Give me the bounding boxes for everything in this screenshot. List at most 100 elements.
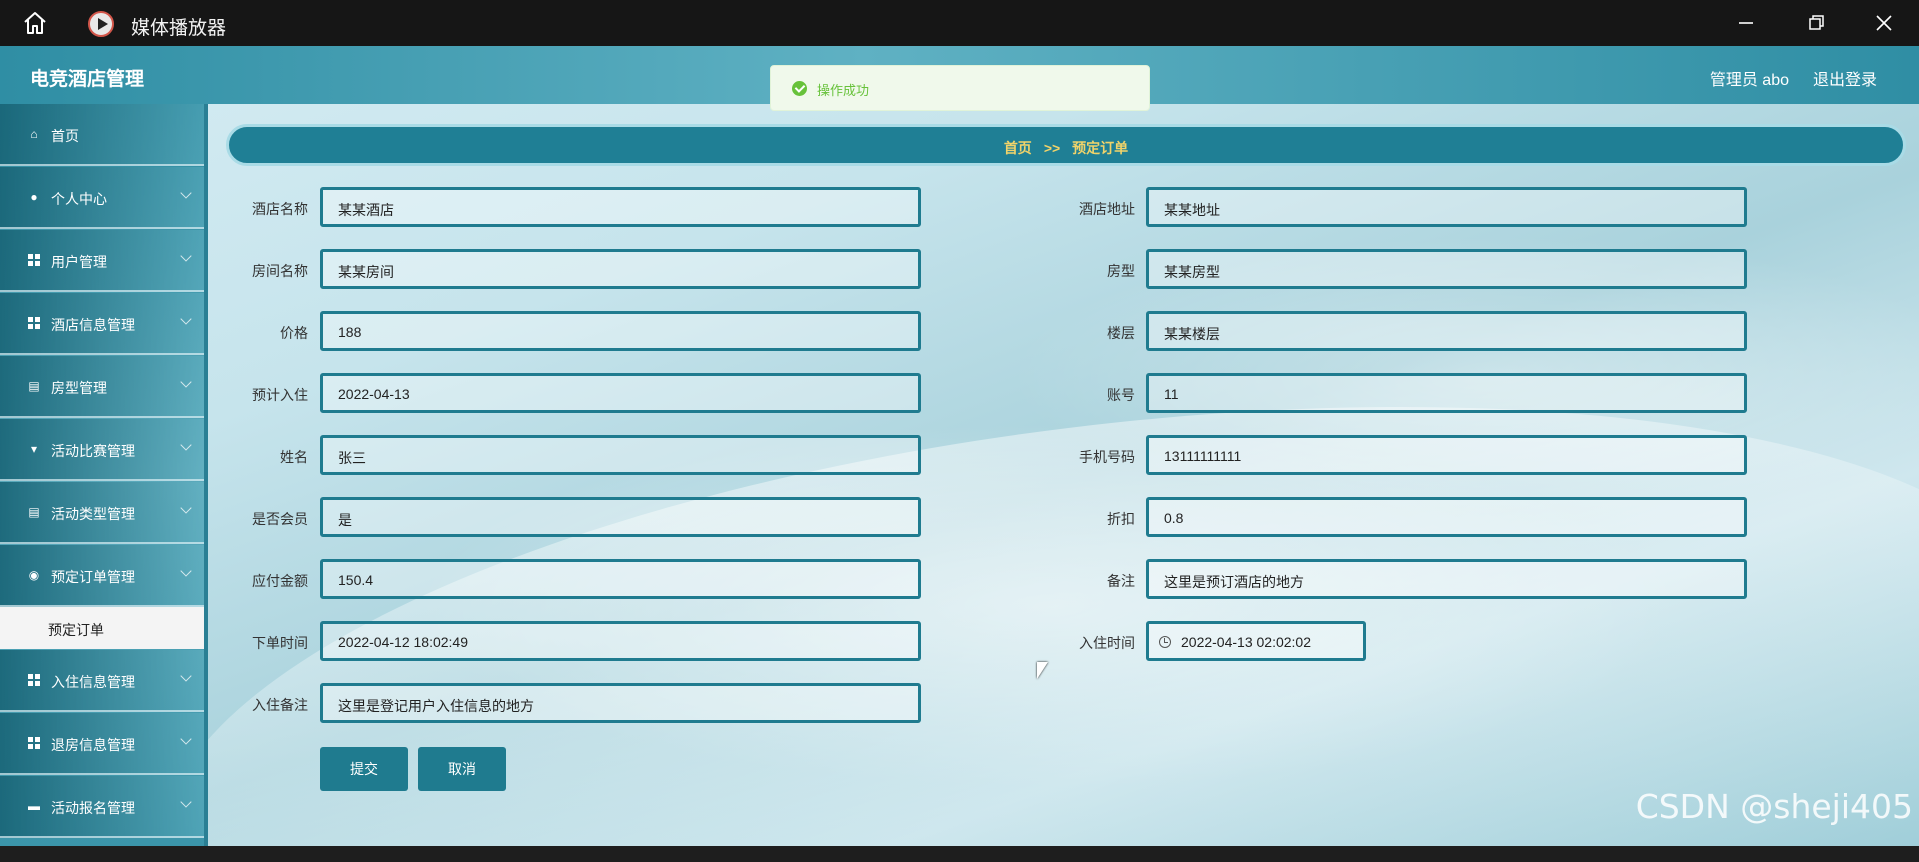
- watermark: CSDN @sheji405: [1635, 787, 1913, 826]
- grid-icon: [28, 674, 40, 686]
- discount-label: 折扣: [1107, 511, 1135, 527]
- sidebar-item-personal-center[interactable]: ● 个人中心: [0, 167, 204, 229]
- room-name-value: 某某房间: [338, 264, 394, 280]
- sidebar-item-label: 个人中心: [51, 191, 107, 207]
- bottom-bar: [0, 846, 1919, 862]
- chevron-down-icon: [180, 796, 192, 808]
- chevron-down-icon: [180, 670, 192, 682]
- success-check-icon: [792, 81, 807, 96]
- grid-icon: [28, 737, 40, 749]
- clock-icon: [1159, 636, 1171, 648]
- hotel-address-value: 某某地址: [1164, 202, 1220, 218]
- checkin-date-field[interactable]: 2022-04-13: [320, 373, 921, 413]
- hotel-name-value: 某某酒店: [338, 202, 394, 218]
- sidebar-item-event-types[interactable]: ▤ 活动类型管理: [0, 482, 204, 544]
- app-brand: 电竞酒店管理: [30, 69, 145, 90]
- sidebar-item-label: 用户管理: [51, 254, 107, 270]
- room-type-value: 某某房型: [1164, 264, 1220, 280]
- submit-button[interactable]: 提交: [320, 747, 408, 791]
- room-name-field[interactable]: 某某房间: [320, 249, 921, 289]
- hotel-name-label: 酒店名称: [252, 201, 308, 217]
- sidebar-item-home[interactable]: ⌂ 首页: [0, 104, 204, 166]
- checkin-time-picker[interactable]: 2022-04-13 02:02:02: [1146, 621, 1366, 661]
- account-field[interactable]: 11: [1146, 373, 1747, 413]
- remark-field[interactable]: 这里是预订酒店的地方: [1146, 559, 1747, 599]
- sidebar-item-label: 退房信息管理: [51, 737, 135, 753]
- clipboard-icon: ▤: [28, 505, 40, 519]
- cancel-button[interactable]: 取消: [418, 747, 506, 791]
- checkin-date-value: 2022-04-13: [338, 386, 410, 402]
- price-label: 价格: [280, 325, 308, 341]
- success-toast: 操作成功: [770, 65, 1150, 111]
- discount-value: 0.8: [1164, 510, 1184, 526]
- clipboard-icon: ▤: [28, 379, 40, 393]
- sidebar-item-event-signup[interactable]: ▬ 活动报名管理: [0, 776, 204, 838]
- user-icon: ●: [30, 190, 38, 204]
- window-title: 媒体播放器: [131, 18, 227, 39]
- room-name-label: 房间名称: [252, 263, 308, 279]
- price-value: 188: [338, 324, 362, 340]
- logout-link[interactable]: 退出登录: [1813, 66, 1877, 90]
- trophy-icon: ▾: [30, 442, 38, 456]
- floor-label: 楼层: [1107, 325, 1135, 341]
- app-area: 电竞酒店管理 管理员 abo 退出登录 操作成功 ⌂ 首页 ● 个人中心 用户管…: [0, 46, 1919, 846]
- sidebar-item-events[interactable]: ▾ 活动比赛管理: [0, 419, 204, 481]
- sidebar: ⌂ 首页 ● 个人中心 用户管理 酒店信息管理 ▤ 房型管理 ▾ 活动比赛管理: [0, 104, 208, 846]
- hotel-address-field[interactable]: 某某地址: [1146, 187, 1747, 227]
- sidebar-item-checkout[interactable]: 退房信息管理: [0, 713, 204, 775]
- sidebar-item-label: 预定订单管理: [51, 569, 135, 585]
- account-value: 11: [1164, 386, 1179, 402]
- sidebar-item-label: 首页: [51, 128, 79, 144]
- window-titlebar: 媒体播放器: [0, 0, 1919, 46]
- sidebar-item-label: 活动比赛管理: [51, 443, 135, 459]
- sidebar-item-label: 酒店信息管理: [51, 317, 135, 333]
- checkin-time-value: 2022-04-13 02:02:02: [1181, 634, 1311, 650]
- mouse-cursor-icon: [1037, 662, 1048, 679]
- amount-field[interactable]: 150.4: [320, 559, 921, 599]
- chevron-down-icon: [180, 313, 192, 325]
- room-type-field[interactable]: 某某房型: [1146, 249, 1747, 289]
- chevron-down-icon: [180, 733, 192, 745]
- remark-value: 这里是预订酒店的地方: [1164, 574, 1304, 590]
- checkin-time-label: 入住时间: [1079, 635, 1135, 651]
- chevron-down-icon: [180, 439, 192, 451]
- home-icon[interactable]: [22, 11, 48, 35]
- sidebar-subitem-label: 预定订单: [48, 622, 104, 638]
- media-player-icon: [88, 11, 114, 37]
- toast-message: 操作成功: [817, 83, 870, 98]
- discount-field[interactable]: 0.8: [1146, 497, 1747, 537]
- chevron-down-icon: [180, 376, 192, 388]
- chevron-down-icon: [180, 565, 192, 577]
- phone-field[interactable]: 13111111111: [1146, 435, 1747, 475]
- sidebar-item-room-type[interactable]: ▤ 房型管理: [0, 356, 204, 418]
- sidebar-subitem-bookings[interactable]: 预定订单: [0, 607, 204, 649]
- breadcrumb-current: 预定订单: [1072, 140, 1129, 156]
- sidebar-item-hotel-info[interactable]: 酒店信息管理: [0, 293, 204, 355]
- is-member-field[interactable]: 是: [320, 497, 921, 537]
- checkin-date-label: 预计入住: [252, 387, 308, 403]
- close-icon[interactable]: [1871, 10, 1897, 36]
- remark-label: 备注: [1107, 573, 1135, 589]
- floor-field[interactable]: 某某楼层: [1146, 311, 1747, 351]
- breadcrumb-home[interactable]: 首页: [1004, 140, 1032, 156]
- sidebar-item-label: 入住信息管理: [51, 674, 135, 690]
- minimize-icon[interactable]: [1733, 10, 1759, 36]
- price-field[interactable]: 188: [320, 311, 921, 351]
- checkin-remark-field[interactable]: 这里是登记用户入住信息的地方: [320, 683, 921, 723]
- sidebar-item-label: 房型管理: [51, 380, 107, 396]
- location-icon: ◉: [28, 568, 40, 582]
- chevron-down-icon: [180, 250, 192, 262]
- hotel-name-field[interactable]: 某某酒店: [320, 187, 921, 227]
- sidebar-item-user-management[interactable]: 用户管理: [0, 230, 204, 292]
- name-field[interactable]: 张三: [320, 435, 921, 475]
- sidebar-item-checkin[interactable]: 入住信息管理: [0, 650, 204, 712]
- checkin-remark-value: 这里是登记用户入住信息的地方: [338, 698, 534, 714]
- cup-icon: ▬: [28, 799, 40, 813]
- home-icon: ⌂: [30, 127, 38, 141]
- sidebar-item-bookings[interactable]: ◉ 预定订单管理: [0, 545, 204, 607]
- restore-icon[interactable]: [1803, 10, 1829, 36]
- chevron-down-icon: [180, 502, 192, 514]
- order-time-field[interactable]: 2022-04-12 18:02:49: [320, 621, 921, 661]
- phone-value: 13111111111: [1164, 448, 1242, 464]
- is-member-value: 是: [338, 512, 352, 528]
